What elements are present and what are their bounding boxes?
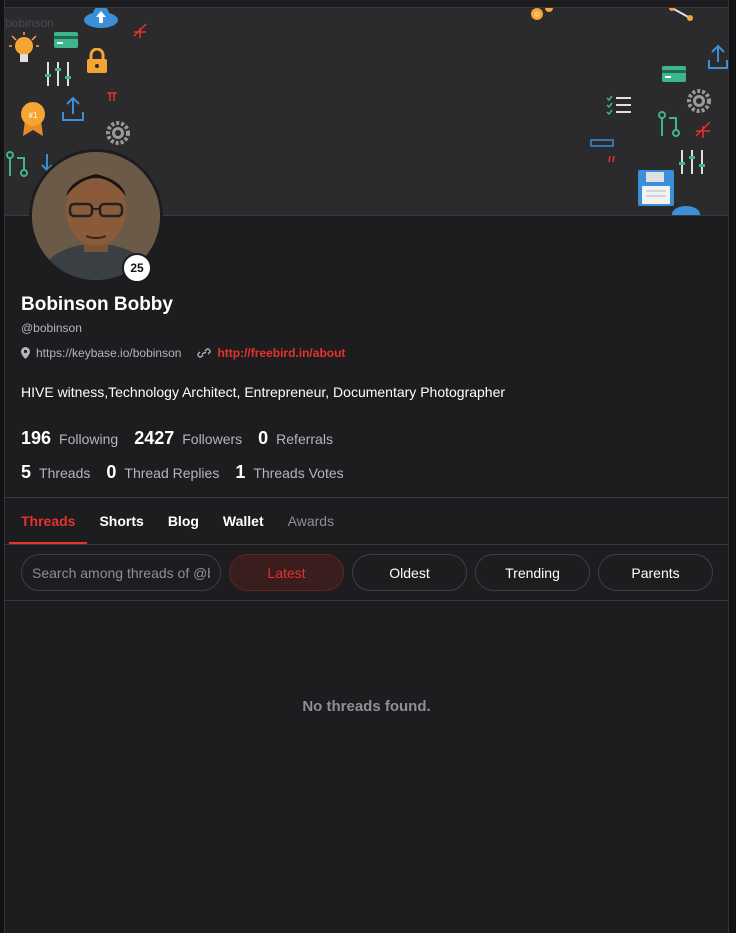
coin-icon: © [531,8,553,20]
upload-arrow-icon [708,44,728,69]
gear-icon [687,89,711,113]
divider [5,544,728,545]
filter-oldest-button[interactable]: Oldest [352,554,467,591]
floppy-disk-icon [638,170,700,215]
tab-threads[interactable]: Threads [9,498,88,544]
git-pull-icon [6,151,28,177]
threads-label: Threads [39,465,91,481]
git-pull-icon [658,111,680,137]
badge-icon: #1 [21,102,45,136]
stats-row-social: 196 Following 2427 Followers 0 Referrals [21,428,349,449]
pi-symbol-icon [133,23,147,38]
thread-replies-label: Thread Replies [124,465,220,481]
stats-row-threads: 5 Threads 0 Thread Replies 1 Threads Vot… [21,462,360,483]
location: https://keybase.io/bobinson [21,346,181,360]
upload-arrow-icon [62,96,84,121]
referrals-count[interactable]: 0 [258,428,268,449]
filter-latest-button[interactable]: Latest [229,554,344,591]
following-label[interactable]: Following [59,431,118,447]
username-handle: @bobinson [21,321,82,335]
location-text: https://keybase.io/bobinson [36,346,182,360]
cloud-upload-icon [84,8,118,28]
credit-card-icon [54,32,78,48]
threads-toolbar: Latest Oldest Trending Parents [21,554,713,591]
sliders-icon [45,62,71,86]
share-icon [669,8,693,21]
svg-text:©: © [534,11,540,19]
search-input[interactable] [21,554,221,591]
following-count[interactable]: 196 [21,428,51,449]
ruler-icon [590,139,614,147]
tab-awards[interactable]: Awards [276,498,346,544]
profile-bio: HIVE witness,Technology Architect, Entre… [21,384,506,400]
pi-icon [107,92,117,101]
empty-state-message: No threads found. [302,698,431,715]
profile-tabs: Threads Shorts Blog Wallet Awards [9,498,346,544]
map-pin-icon [21,347,30,359]
followers-count[interactable]: 2427 [134,428,174,449]
followers-label[interactable]: Followers [182,431,242,447]
threads-votes-label: Threads Votes [253,465,344,481]
website-link[interactable]: http://freebird.in/about [197,346,345,360]
gear-icon [106,121,130,145]
quote-icon [608,155,615,163]
divider [5,600,728,601]
profile-links: https://keybase.io/bobinson http://freeb… [21,346,345,360]
tab-wallet[interactable]: Wallet [211,498,276,544]
svg-text:#1: #1 [29,111,38,120]
filter-trending-button[interactable]: Trending [475,554,590,591]
thread-replies-count: 0 [106,462,117,482]
credit-card-icon [662,66,686,82]
reputation-badge: 25 [122,253,152,283]
tab-blog[interactable]: Blog [156,498,211,544]
threads-count: 5 [21,462,32,482]
display-name: Bobinson Bobby [21,294,173,315]
lightbulb-icon [9,32,39,62]
link-icon [197,348,212,358]
profile-page: bobinson #1 © 25 Bobinson Bobby @bobinso… [4,0,729,933]
lock-icon [87,48,107,73]
referrals-label[interactable]: Referrals [276,431,333,447]
filter-parents-button[interactable]: Parents [598,554,713,591]
website-text[interactable]: http://freebird.in/about [217,346,345,360]
pi-symbol-icon [695,121,711,138]
checklist-icon [606,95,631,116]
threads-votes-count: 1 [235,462,246,482]
tab-shorts[interactable]: Shorts [87,498,155,544]
cover-alt-text: bobinson [5,16,54,30]
